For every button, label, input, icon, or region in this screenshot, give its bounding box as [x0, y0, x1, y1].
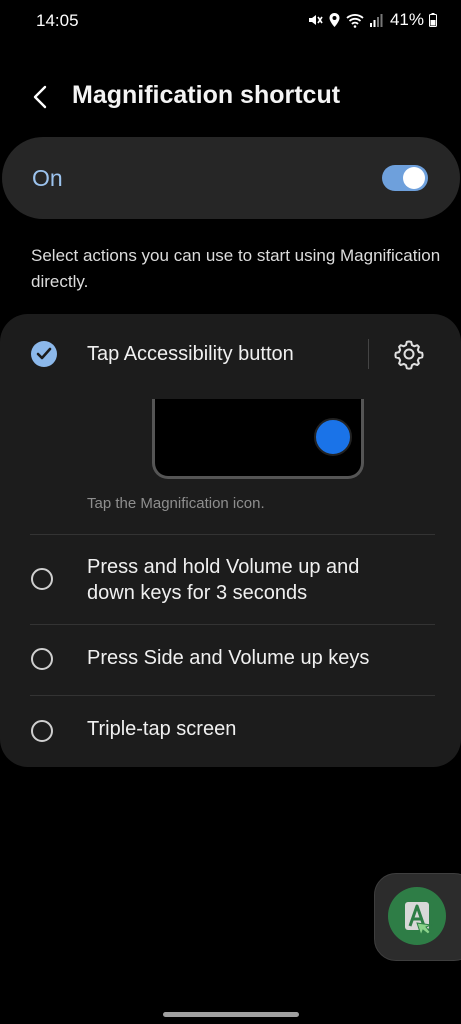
back-button[interactable]: [26, 82, 56, 112]
location-icon: [329, 13, 340, 27]
floating-accessibility-button[interactable]: [374, 873, 461, 961]
accessibility-floating-dot: [314, 418, 352, 456]
radio-button[interactable]: [31, 720, 53, 742]
option-side-volume-keys[interactable]: Press Side and Volume up keys: [0, 625, 461, 695]
home-indicator[interactable]: [163, 1012, 299, 1017]
gear-icon: [394, 340, 424, 370]
option-label: Triple-tap screen: [87, 718, 237, 740]
option-label: Tap Accessibility button: [87, 343, 294, 365]
vertical-divider: [368, 339, 369, 369]
radio-button[interactable]: [31, 568, 53, 590]
signal-icon: [369, 14, 383, 27]
description-text: Select actions you can use to start usin…: [31, 246, 441, 291]
battery-percentage: 41%: [389, 10, 424, 29]
master-toggle-card[interactable]: On: [2, 137, 460, 219]
chevron-left-icon: [33, 85, 47, 109]
accessibility-button-preview: [152, 399, 364, 479]
checkmark-icon: [36, 347, 52, 360]
page-title: Magnification shortcut: [72, 81, 341, 109]
radio-button[interactable]: [31, 648, 53, 670]
mute-icon: [308, 15, 323, 25]
option-caption: Tap the Magnification icon.: [87, 495, 265, 512]
switch-knob: [403, 167, 425, 189]
option-volume-keys[interactable]: Press and hold Volume up and down keys f…: [0, 535, 461, 624]
wifi-icon: [346, 13, 364, 28]
master-switch[interactable]: [382, 165, 428, 191]
option-label: Press Side and Volume up keys: [87, 647, 370, 669]
shortcut-options-card: Tap Accessibility button Tap the Magnifi…: [0, 314, 461, 767]
checkbox-checked[interactable]: [31, 341, 57, 367]
toggle-label: On: [32, 165, 63, 191]
accessibility-icon: [388, 887, 446, 945]
header: Magnification shortcut: [0, 70, 461, 126]
option-label-line1: Press and hold Volume up and: [87, 556, 360, 578]
battery-icon: [429, 13, 437, 27]
option-label-line2: down keys for 3 seconds: [87, 582, 308, 604]
settings-button[interactable]: [393, 338, 425, 370]
option-accessibility-button[interactable]: Tap Accessibility button Tap the Magnifi…: [0, 314, 461, 534]
option-triple-tap[interactable]: Triple-tap screen: [0, 696, 461, 766]
status-time: 14:05: [36, 11, 79, 30]
status-bar: 14:05 41%: [0, 0, 461, 44]
